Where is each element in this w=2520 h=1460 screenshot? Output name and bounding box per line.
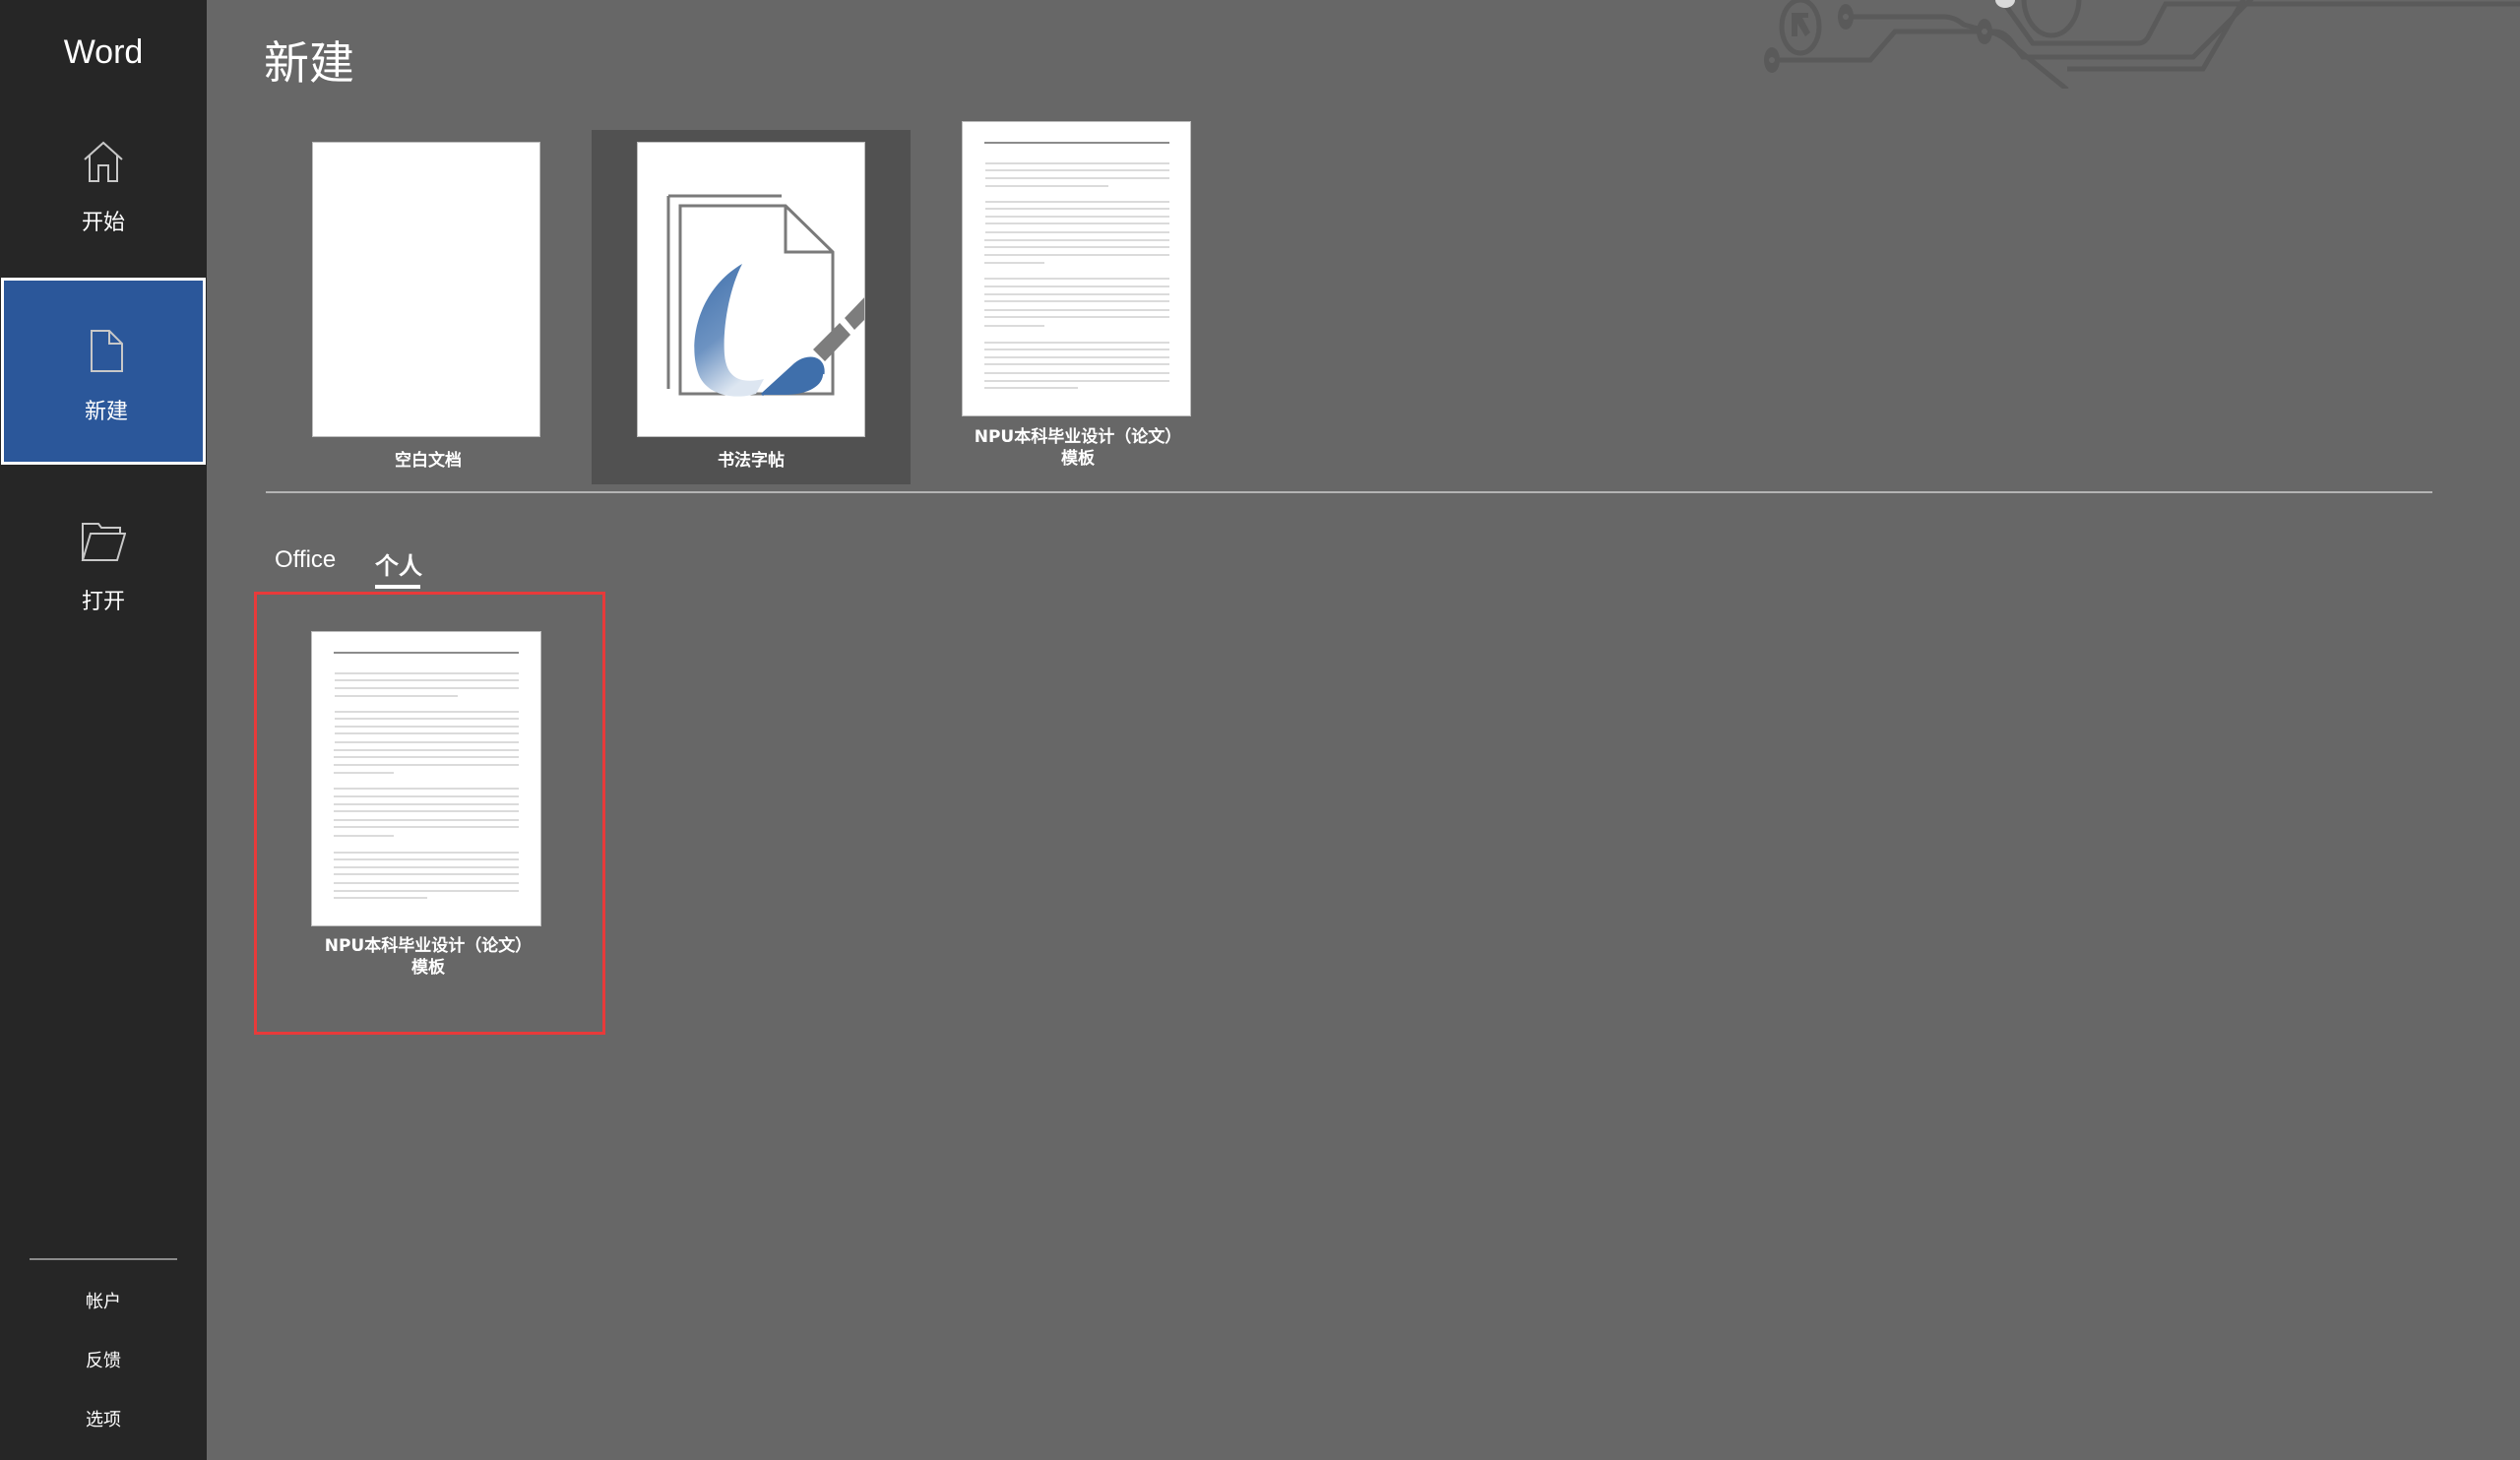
home-icon	[84, 141, 123, 182]
template-label: NPU本科毕业设计（论文） 模板	[945, 426, 1211, 470]
template-label-line2: 模板	[1061, 449, 1095, 469]
template-label-line1: NPU本科毕业设计（论文）	[324, 936, 533, 956]
template-label: NPU本科毕业设计（论文） 模板	[295, 935, 561, 979]
tab-personal[interactable]: 个人	[375, 546, 422, 581]
circuit-decoration	[1764, 0, 2520, 89]
sidebar-item-new[interactable]: 新建	[1, 278, 206, 465]
tab-office[interactable]: Office	[275, 546, 336, 574]
lined-document-thumbnail	[962, 121, 1191, 416]
active-tab-indicator	[375, 585, 420, 589]
template-label: 书法字帖	[718, 451, 785, 471]
section-divider	[266, 491, 2432, 493]
document-lines-graphic	[984, 142, 1169, 389]
options-link[interactable]: 选项	[0, 1406, 207, 1431]
app-title: Word	[63, 33, 144, 71]
template-label-line2: 模板	[411, 958, 445, 978]
sidebar-item-label: 新建	[84, 400, 128, 424]
template-label: 空白文档	[395, 451, 462, 471]
template-label-line1: NPU本科毕业设计（论文）	[974, 427, 1182, 447]
calligraphy-thumbnail	[637, 142, 865, 437]
feedback-link[interactable]: 反馈	[0, 1347, 207, 1372]
template-blank-document[interactable]: 空白文档	[295, 128, 561, 482]
lined-document-thumbnail	[311, 631, 541, 926]
page-title: 新建	[264, 36, 354, 90]
sidebar-divider	[30, 1258, 177, 1260]
document-lines-graphic	[334, 652, 519, 899]
sidebar-item-home[interactable]: 开始	[0, 89, 207, 276]
template-calligraphy[interactable]: 书法字帖	[592, 130, 911, 484]
sidebar-item-open[interactable]: 打开	[0, 468, 207, 655]
calligraphy-brush-icon	[666, 194, 864, 397]
account-link[interactable]: 帐户	[0, 1288, 207, 1313]
template-npu-thesis[interactable]: NPU本科毕业设计（论文） 模板	[945, 108, 1240, 482]
personal-template-npu-thesis[interactable]: NPU本科毕业设计（论文） 模板	[295, 620, 561, 994]
sidebar-item-label: 开始	[81, 211, 125, 235]
blank-page-thumbnail	[312, 142, 540, 437]
folder-open-icon	[81, 523, 126, 561]
new-document-icon	[91, 330, 123, 372]
backstage-sidebar: Word 开始 新建 打开 帐户 反馈 选项	[0, 0, 207, 1460]
sidebar-item-label: 打开	[81, 590, 125, 614]
